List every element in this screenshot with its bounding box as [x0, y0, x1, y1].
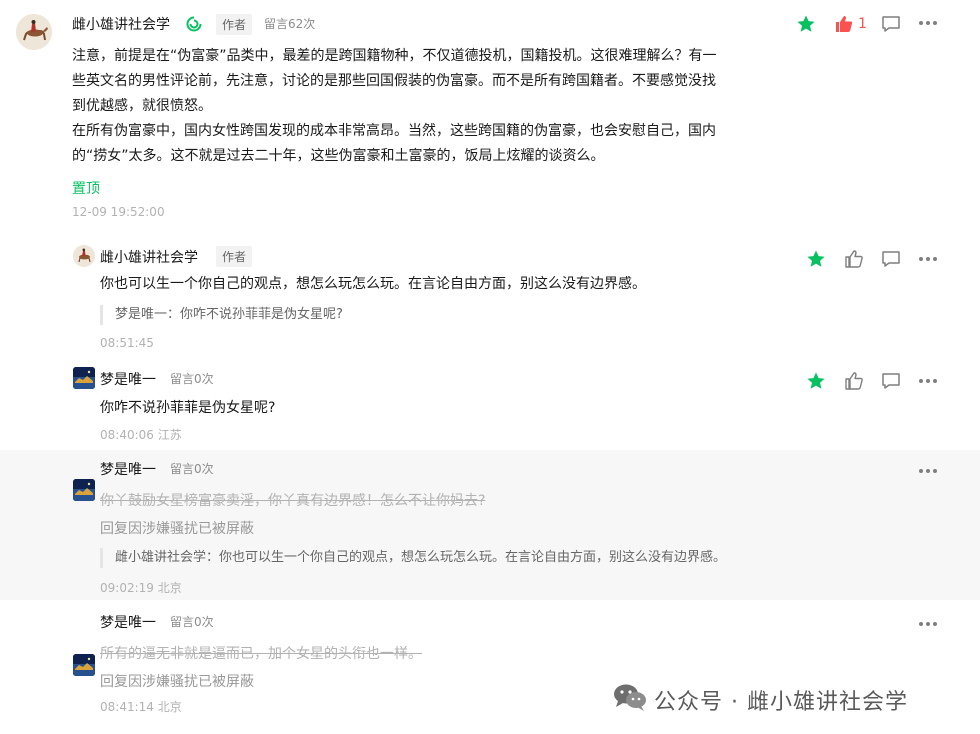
comment-body-line: 在所有伪富豪中，国内女性跨国发现的成本非常高昂。当然，这些跨国籍的伪富豪，也会安…: [72, 123, 716, 139]
reply-author-name[interactable]: 梦是唯一: [100, 369, 156, 389]
pinned-label: 置顶: [72, 181, 100, 197]
wechat-icon: [612, 682, 648, 712]
thumbs-up-icon[interactable]: [844, 249, 864, 269]
author-tag: 作者: [216, 246, 253, 267]
blocked-reply-text: 所有的逼无非就是逼而已，加个女星的头衔也一样。: [100, 646, 422, 662]
star-icon[interactable]: [806, 249, 826, 269]
reply-author-name[interactable]: 梦是唯一: [100, 612, 156, 632]
watermark-account: 雌小雄讲社会学: [746, 690, 908, 715]
reply-author-name[interactable]: 雌小雄讲社会学: [100, 247, 198, 267]
blocked-reply-text: 你丫鼓励女星榜富豪卖淫，你丫真有边界感！怎么不让你妈去?: [100, 493, 486, 509]
watermark: 公众号 · 雌小雄讲社会学: [654, 684, 908, 716]
reply-timestamp: 08:40:06 江苏: [100, 428, 182, 442]
reply-timestamp: 08:51:45: [100, 336, 154, 350]
comment-icon[interactable]: [881, 372, 901, 390]
reply-text: 你咋不说孙菲菲是伪女星呢?: [100, 400, 276, 416]
more-icon[interactable]: [918, 621, 938, 627]
comment-icon[interactable]: [881, 250, 901, 268]
reply-avatar[interactable]: [73, 367, 95, 389]
thumbs-up-icon[interactable]: [834, 14, 854, 34]
comment-body-line: 的“捞女”太多。这不就是过去二十年，这些伪富豪和土富豪的，饭局上炫耀的谈资么。: [72, 148, 605, 164]
reply-timestamp: 08:41:14 北京: [100, 700, 182, 714]
reply-avatar[interactable]: [73, 245, 95, 267]
reply-avatar[interactable]: [73, 479, 95, 501]
blocked-notice: 回复因涉嫌骚扰已被屏蔽: [100, 674, 254, 690]
watermark-prefix: 公众号 ·: [654, 690, 747, 715]
reply-author-name[interactable]: 梦是唯一: [100, 459, 156, 479]
comment-body: 注意，前提是在“伪富豪”品类中，最差的是跨国籍物种，不仅道德投机，国籍投机。这很…: [72, 44, 792, 169]
more-icon[interactable]: [918, 20, 938, 26]
more-icon[interactable]: [918, 378, 938, 384]
author-avatar[interactable]: [16, 14, 52, 50]
message-count: 留言0次: [170, 462, 214, 476]
star-icon[interactable]: [796, 14, 816, 34]
quoted-reply[interactable]: 雌小雄讲社会学：你也可以生一个你自己的观点，想怎么玩怎么玩。在言论自由方面，别这…: [100, 548, 726, 568]
comment-timestamp: 12-09 19:52:00: [72, 205, 165, 219]
reply-timestamp: 09:02:19 北京: [100, 581, 182, 595]
comment-body-line: 些英文名的男性评论前，先注意，讨论的是那些回国假装的伪富豪。而不是所有跨国籍者。…: [72, 73, 716, 89]
reply-text: 你也可以生一个你自己的观点，想怎么玩怎么玩。在言论自由方面，别这么没有边界感。: [100, 276, 646, 292]
like-count: 1: [858, 16, 867, 32]
star-icon[interactable]: [806, 371, 826, 391]
more-icon[interactable]: [918, 468, 938, 474]
comment-icon[interactable]: [881, 15, 901, 33]
blocked-notice: 回复因涉嫌骚扰已被屏蔽: [100, 521, 254, 537]
reply-avatar[interactable]: [73, 654, 95, 676]
comment-body-line: 到优越感，就很愤怒。: [72, 98, 212, 114]
comment-author-name[interactable]: 雌小雄讲社会学: [72, 14, 170, 34]
quoted-reply[interactable]: 梦是唯一：你咋不说孙菲菲是伪女星呢?: [100, 305, 343, 325]
message-count: 留言0次: [170, 372, 214, 386]
thumbs-up-icon[interactable]: [844, 371, 864, 391]
more-icon[interactable]: [918, 256, 938, 262]
message-count: 留言0次: [170, 615, 214, 629]
message-count: 留言62次: [264, 17, 316, 31]
verified-icon: [186, 16, 202, 32]
author-tag: 作者: [216, 14, 253, 35]
comment-body-line: 注意，前提是在“伪富豪”品类中，最差的是跨国籍物种，不仅道德投机，国籍投机。这很…: [72, 48, 717, 64]
